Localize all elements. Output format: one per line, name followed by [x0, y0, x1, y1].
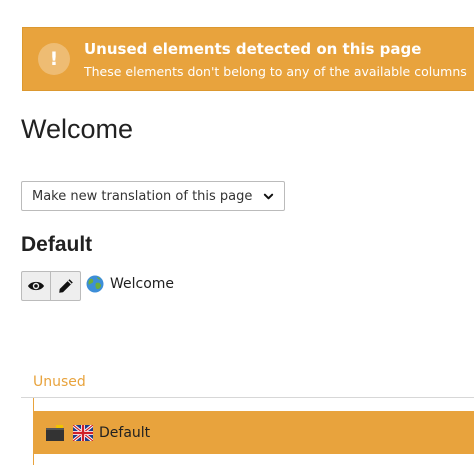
callout-message: These elements don't belong to any of th… [84, 64, 467, 79]
uk-flag-icon [73, 424, 93, 441]
record-button-group [21, 271, 81, 301]
pencil-icon [58, 279, 73, 293]
chevron-down-icon [263, 193, 274, 200]
unused-element-label: Default [99, 424, 151, 441]
eye-icon [28, 281, 44, 291]
page-record-label: Welcome [110, 276, 175, 292]
unused-elements-callout: ! Unused elements detected on this page … [22, 27, 474, 91]
page-title: Welcome [21, 114, 134, 144]
callout-title: Unused elements detected on this page [84, 40, 422, 58]
view-button[interactable] [21, 271, 51, 301]
page-record[interactable]: Welcome [86, 275, 174, 293]
globe-icon [86, 275, 104, 293]
page: ! Unused elements detected on this page … [0, 0, 474, 465]
translation-select-value: Make new translation of this page [32, 188, 253, 204]
exclamation-glyph: ! [49, 47, 59, 70]
exclamation-icon: ! [38, 43, 70, 75]
edit-button[interactable] [51, 271, 81, 301]
column-title: Default [21, 233, 93, 256]
unused-section-label: Unused [33, 374, 86, 390]
unused-element-header[interactable]: Default [33, 411, 474, 454]
translation-select[interactable]: Make new translation of this page [21, 181, 285, 211]
content-element-icon [46, 424, 64, 441]
